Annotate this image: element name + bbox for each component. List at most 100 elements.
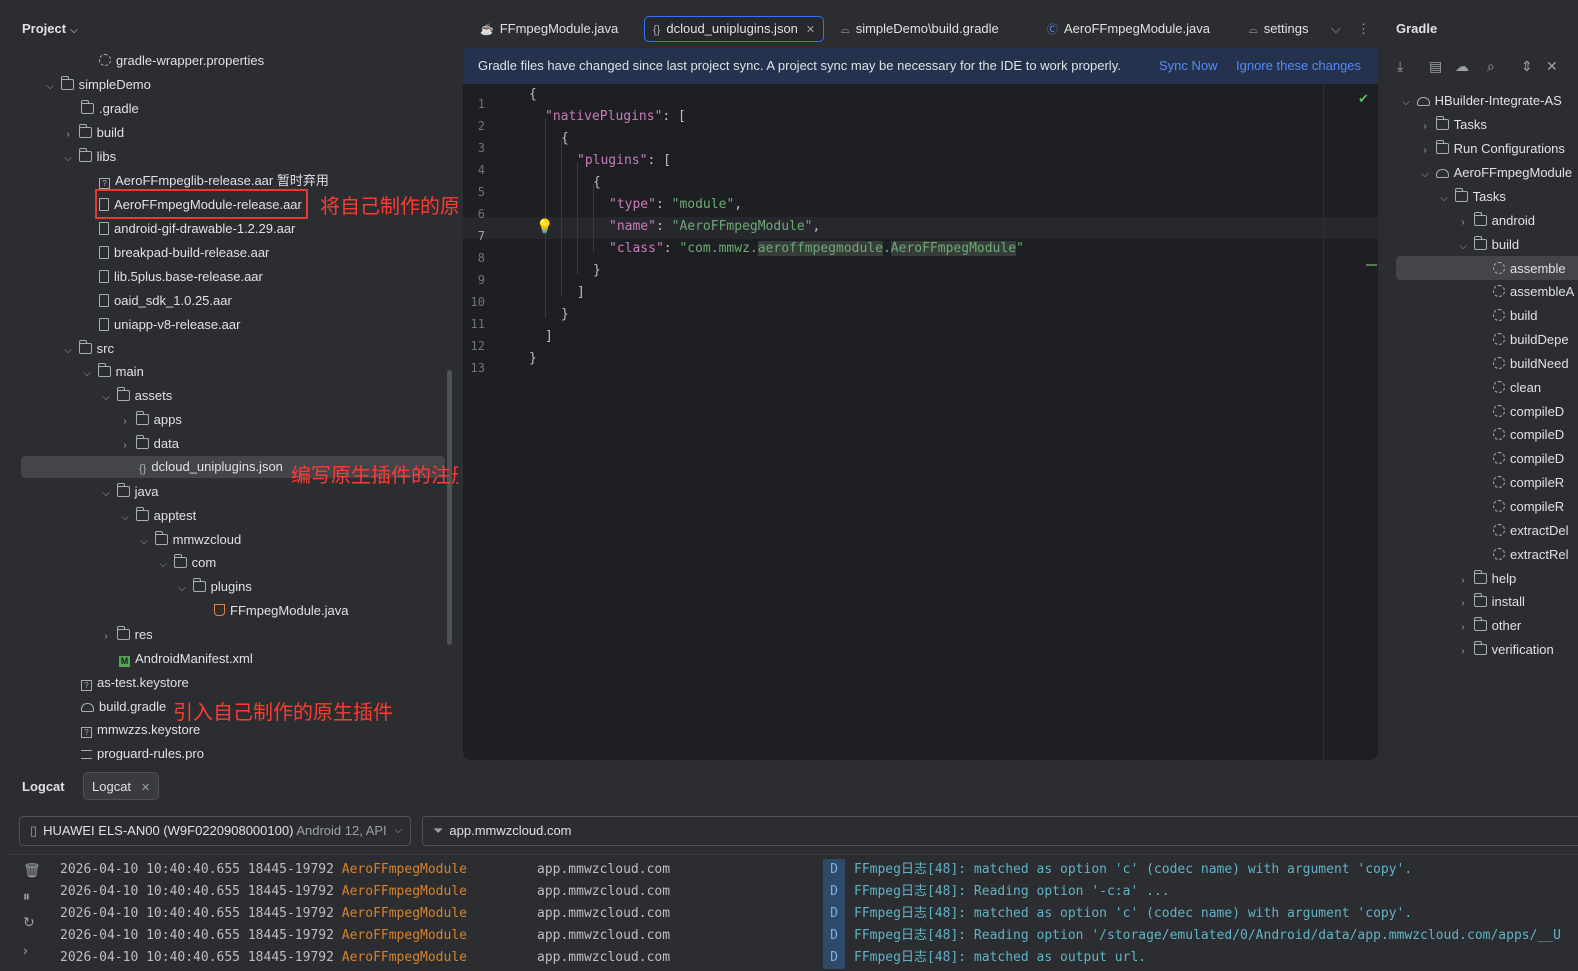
gradle-item-build-group[interactable]: ⌵ build [1456, 233, 1519, 257]
gradle-item-root[interactable]: ⌵ HBuilder-Integrate-AS [1399, 89, 1562, 113]
tree-item-plugins[interactable]: ⌵ plugins [175, 575, 252, 599]
tree-item-androidmanifest[interactable]: M AndroidManifest.xml [119, 647, 253, 671]
gradle-item-other[interactable]: › other [1456, 614, 1521, 638]
log-row[interactable]: 2026-04-10 10:40:40.655 18445-19792 Aero… [60, 881, 1170, 903]
device-selector[interactable]: ▯ HUAWEI ELS-AN00 (W9F0220908000100) Andr… [19, 816, 411, 846]
project-panel-title[interactable]: Project ⌵ [22, 21, 78, 36]
tree-item-assets[interactable]: ⌵ assets [99, 384, 172, 408]
sync-now-link[interactable]: Sync Now [1159, 48, 1218, 84]
restart-icon[interactable]: ↻ [23, 914, 35, 931]
tree-item-simpledemo[interactable]: ⌵ simpleDemo [43, 73, 151, 97]
close-icon[interactable]: ✕ [806, 24, 815, 36]
gradle-item-run-configs[interactable]: › Run Configurations [1418, 137, 1565, 161]
gradle-item-install[interactable]: › install [1456, 590, 1525, 614]
gradle-task-compile[interactable]: compileD [1493, 400, 1564, 424]
lightbulb-icon[interactable]: 💡 [536, 218, 553, 235]
offline-icon[interactable]: ☁ [1455, 58, 1469, 75]
tree-item-libs[interactable]: ⌵ libs [61, 145, 116, 169]
tree-item-apps[interactable]: › apps [118, 408, 182, 432]
code-line-6[interactable]: "type": "module", [609, 197, 742, 212]
tree-item-proguard-rules[interactable]: proguard-rules.pro [81, 742, 204, 760]
code-line-11[interactable]: } [561, 307, 569, 322]
gradle-item-help[interactable]: › help [1456, 567, 1516, 591]
editor-tabbar: ☕ FFmpegModule.java {} dcloud_uniplugins.j… [463, 8, 1378, 48]
tree-item-apptest[interactable]: ⌵ apptest [118, 504, 196, 528]
tab-aeroffmpegmodule-java[interactable]: Ⓒ AeroFFmpegModule.java [1039, 16, 1218, 42]
tree-item-res[interactable]: › res [99, 623, 153, 647]
gradle-task-compile[interactable]: compileD [1493, 423, 1564, 447]
collapse-all-icon[interactable]: ✕ [1546, 58, 1558, 75]
gradle-task-extract[interactable]: extractDel [1493, 519, 1569, 543]
gradle-item-tasks[interactable]: › Tasks [1418, 113, 1487, 137]
run-config-icon[interactable]: ▤ [1429, 58, 1442, 75]
gradle-task-extract[interactable]: extractRel [1493, 543, 1569, 567]
gradle-task-clean[interactable]: clean [1493, 376, 1541, 400]
tree-item-gradle-wrapper[interactable]: gradle-wrapper.properties [99, 49, 264, 73]
code-line-13[interactable]: } [529, 351, 537, 366]
tree-item-mmwzcloud[interactable]: ⌵ mmwzcloud [137, 528, 241, 552]
project-scrollbar[interactable] [447, 370, 452, 645]
gradle-task-compile[interactable]: compileR [1493, 495, 1564, 519]
tree-item-src[interactable]: ⌵ src [61, 337, 114, 361]
code-line-7[interactable]: "name": "AeroFFmpegModule", [609, 219, 820, 234]
more-options-icon[interactable]: ⋮ [1349, 16, 1378, 42]
filter-icon: ⏷ [433, 823, 444, 838]
tree-item-build-folder[interactable]: › build [61, 121, 124, 145]
gradle-task-assembleandroidtest[interactable]: assembleA [1493, 280, 1574, 304]
close-icon[interactable]: ✕ [141, 782, 150, 794]
trash-icon[interactable]: 🗑 [23, 862, 41, 879]
tabs-overflow-chevron-icon[interactable]: ⌵ [1323, 16, 1349, 42]
code-line-12[interactable]: ] [545, 329, 553, 344]
tab-settings[interactable]: ⌓ settings [1241, 16, 1317, 42]
gradle-item-module-tasks[interactable]: ⌵ Tasks [1437, 185, 1506, 209]
logcat-tab[interactable]: Logcat ✕ [83, 772, 160, 800]
gradle-task-compile[interactable]: compileR [1493, 471, 1564, 495]
logcat-filter-input[interactable]: ⏷ app.mmwzcloud.com [422, 816, 1578, 846]
gear-icon [1493, 428, 1505, 440]
tree-item-ffmpegmodule-java[interactable]: FFmpegModule.java [214, 599, 349, 623]
gradle-task-assemble[interactable]: assemble [1493, 257, 1566, 281]
gradle-task-builddependents[interactable]: buildDepe [1493, 328, 1569, 352]
tree-item-build-gradle[interactable]: build.gradle [81, 695, 166, 719]
download-icon[interactable]: ⤓ [1397, 58, 1403, 75]
gradle-task-buildneeded[interactable]: buildNeed [1493, 352, 1569, 376]
tree-item-main[interactable]: ⌵ main [80, 360, 144, 384]
gradle-item-verification[interactable]: › verification [1456, 638, 1554, 662]
code-line-4[interactable]: "plugins": [ [577, 153, 671, 168]
tree-item-dcloud-uniplugins-json[interactable]: {} dcloud_uniplugins.json [139, 455, 283, 479]
log-row[interactable]: 2026-04-10 10:40:40.655 18445-19792 Aero… [60, 859, 1412, 881]
tree-item-breakpad-aar[interactable]: breakpad-build-release.aar [99, 241, 269, 265]
search-icon[interactable]: ⌕ [1487, 58, 1495, 75]
chevron-right-icon[interactable]: › [23, 942, 28, 958]
tab-simpledemo-build-gradle[interactable]: ⌓ simpleDemo\build.gradle [833, 16, 1007, 42]
code-line-5[interactable]: { [593, 175, 601, 190]
code-line-3[interactable]: { [561, 131, 569, 146]
tab-ffmpegmodule-java[interactable]: ☕ FFmpegModule.java [472, 16, 626, 42]
tree-item-data[interactable]: › data [118, 432, 179, 456]
tree-item-as-test-keystore[interactable]: ? as-test.keystore [81, 671, 189, 695]
gradle-task-compile[interactable]: compileD [1493, 447, 1564, 471]
gradle-task-build[interactable]: build [1493, 304, 1537, 328]
code-line-8[interactable]: "class": "com.mmwz.aeroffmpegmodule.Aero… [609, 241, 1024, 256]
tree-item-oaid-aar[interactable]: oaid_sdk_1.0.25.aar [99, 289, 232, 313]
tree-item-android-gif-aar[interactable]: android-gif-drawable-1.2.29.aar [99, 217, 295, 241]
gradle-item-module[interactable]: ⌵ AeroFFmpegModule [1418, 161, 1572, 185]
code-line-2[interactable]: "nativePlugins": [ [545, 109, 686, 124]
log-row[interactable]: 2026-04-10 10:40:40.655 18445-19792 Aero… [60, 903, 1412, 925]
tab-dcloud-uniplugins-json[interactable]: {} dcloud_uniplugins.json ✕ [644, 16, 825, 42]
code-line-9[interactable]: } [593, 263, 601, 278]
expand-all-icon[interactable]: ⇕ [1521, 58, 1533, 75]
gradle-icon [1435, 169, 1449, 178]
tree-item-gradle-folder[interactable]: .gradle [81, 97, 139, 121]
code-line-10[interactable]: ] [577, 285, 585, 300]
pause-icon[interactable]: ⏸ [23, 888, 30, 905]
tree-item-uniapp-v8-aar[interactable]: uniapp-v8-release.aar [99, 313, 240, 337]
tree-item-lib5plus-aar[interactable]: lib.5plus.base-release.aar [99, 265, 263, 289]
gradle-item-android[interactable]: › android [1456, 209, 1535, 233]
code-line-1[interactable]: { [529, 87, 537, 102]
tree-item-java[interactable]: ⌵ java [99, 480, 158, 504]
ignore-changes-link[interactable]: Ignore these changes [1236, 48, 1361, 84]
log-row[interactable]: 2026-04-10 10:40:40.655 18445-19792 Aero… [60, 947, 1146, 969]
log-row[interactable]: 2026-04-10 10:40:40.655 18445-19792 Aero… [60, 925, 1561, 947]
tree-item-com[interactable]: ⌵ com [156, 551, 216, 575]
